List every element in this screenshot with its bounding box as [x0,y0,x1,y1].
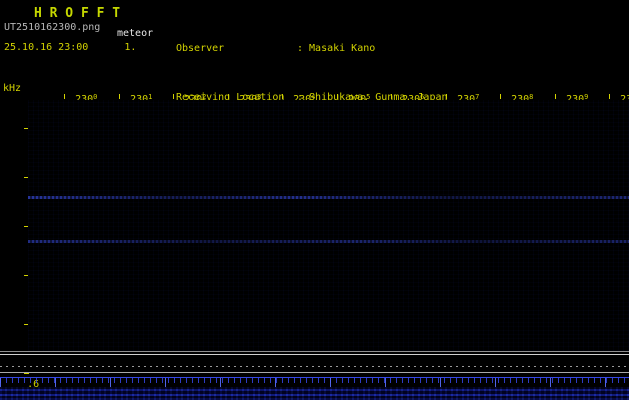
x-tick: 2301 [106,82,152,105]
observation-mode-label: meteor [117,28,154,39]
noise-band-087khz [28,240,629,243]
info-value: : Masaki Kano [297,43,376,54]
x-tick-mark [173,94,174,99]
x-tick-mark [228,94,229,99]
x-tick: 2308 [487,82,533,105]
info-row: Observer : Masaki Kano [176,43,502,54]
spectrogram-plot [28,100,629,351]
x-tick: 2305 [324,82,370,105]
time-axis-minute-ticks [0,378,629,387]
x-tick-mark [337,94,338,99]
x-tick-mark [64,94,65,99]
signal-level-trace [0,351,629,352]
background-noise-speckle [28,100,629,351]
noise-floor-band [0,387,629,400]
x-tick: 2310 [596,82,629,105]
x-tick: 2300 [51,82,97,105]
y-tick: .9 [3,221,39,243]
x-tick: 2307 [433,82,479,105]
x-tick: 2306 [378,82,424,105]
observation-timestamp: 25.10.16 23:00 1. [4,42,137,53]
y-tick: .8 [3,270,39,292]
x-tick: 2309 [542,82,588,105]
x-tick-mark [555,94,556,99]
y-tick: 1.1 [3,123,45,145]
x-tick: 2303 [215,82,261,105]
hrofft-output: H R O F F T UT2510162300.png meteor 25.1… [0,0,629,400]
x-tick-mark [119,94,120,99]
noise-band-096khz [28,196,629,199]
x-tick: 2302 [160,82,206,105]
signal-level-trace [0,354,629,355]
y-axis-unit-label: kHz [3,83,22,94]
app-title: H R O F F T [34,6,121,21]
y-tick-mark [24,373,29,374]
y-tick: .7 [3,319,39,341]
signal-level-trace-dotted [0,366,629,367]
x-tick-mark [446,94,447,99]
output-filename: UT2510162300.png [4,22,101,33]
x-tick-mark [282,94,283,99]
info-label: Observer [176,43,225,54]
y-tick: 1.0 [3,172,45,194]
x-tick: 2304 [269,82,315,105]
x-tick-mark [609,94,610,99]
x-tick-mark [391,94,392,99]
x-tick-mark [500,94,501,99]
signal-level-trace [0,372,629,373]
